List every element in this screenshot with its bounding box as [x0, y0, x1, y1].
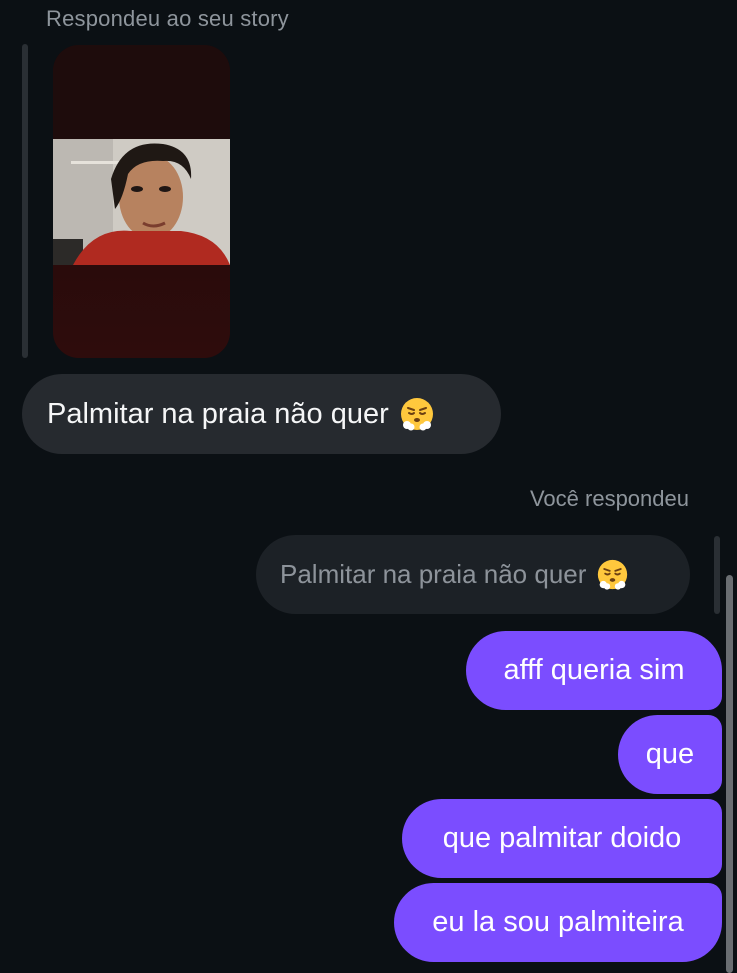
scrollbar[interactable]: [726, 575, 733, 973]
message-thread[interactable]: Respondeu ao seu story Palmitar na praia…: [0, 0, 737, 973]
quoted-message-text: Palmitar na praia não quer: [280, 559, 587, 589]
story-quote-bar: [22, 44, 28, 358]
sent-message-text: que: [645, 738, 695, 770]
sent-message-text: afff queria sim: [503, 654, 685, 686]
sent-message-bubble[interactable]: que: [618, 715, 722, 794]
story-thumbnail[interactable]: [53, 45, 230, 358]
face-with-steam-from-nose-icon: [598, 559, 628, 590]
quoted-message-bubble[interactable]: Palmitar na praia não quer: [256, 535, 690, 614]
sent-message-bubble[interactable]: afff queria sim: [466, 631, 722, 710]
face-with-steam-from-nose-icon: [400, 398, 433, 431]
received-message-text: Palmitar na praia não quer: [47, 397, 389, 430]
you-replied-caption: Você respondeu: [529, 486, 689, 511]
sent-message-bubble[interactable]: eu la sou palmiteira: [394, 883, 722, 962]
sent-message-text: que palmitar doido: [442, 822, 682, 854]
quote-bar: [714, 536, 720, 614]
received-message-bubble[interactable]: Palmitar na praia não quer: [22, 374, 501, 454]
story-photo: [53, 139, 230, 265]
sent-message-text: eu la sou palmiteira: [432, 906, 684, 938]
sent-message-bubble[interactable]: que palmitar doido: [402, 799, 722, 878]
story-reply-caption: Respondeu ao seu story: [46, 6, 289, 31]
